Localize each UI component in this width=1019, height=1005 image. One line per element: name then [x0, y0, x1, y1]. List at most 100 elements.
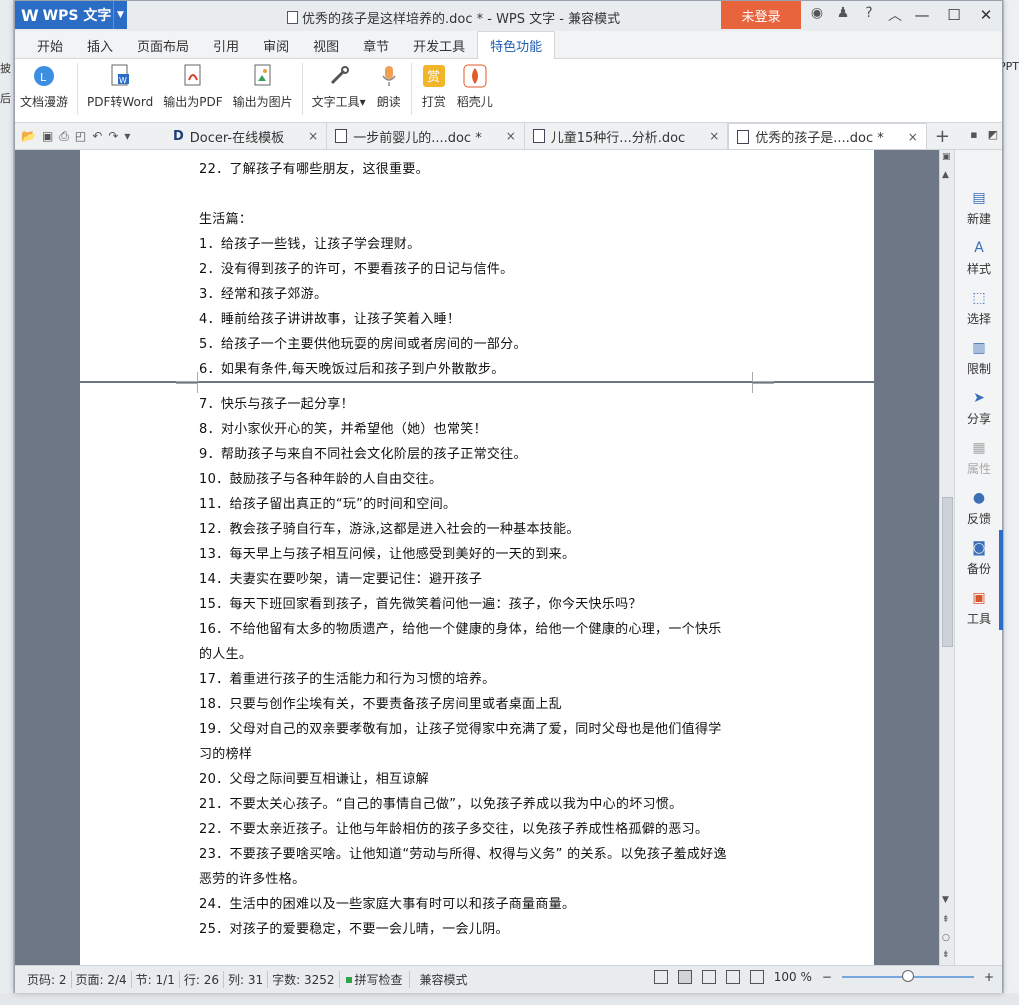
read-view-icon[interactable] [749, 970, 764, 984]
close-icon[interactable]: × [506, 129, 516, 143]
side-share-button[interactable]: ➤ 分享 [955, 390, 1003, 427]
tab-page-layout[interactable]: 页面布局 [125, 31, 201, 59]
status-word-count[interactable]: 字数: 3252 [268, 971, 340, 988]
zoom-slider-thumb[interactable] [901, 970, 914, 982]
wps-logo-icon: W [21, 5, 39, 25]
share-icon: ➤ [973, 390, 985, 406]
doc-roaming-button[interactable]: L 文档漫游 [15, 63, 73, 110]
scroll-up-icon[interactable]: ▲ [942, 170, 949, 180]
side-select-button[interactable]: ⬚ 选择 [955, 290, 1003, 327]
close-icon[interactable]: × [908, 130, 918, 144]
tab-references[interactable]: 引用 [201, 31, 251, 59]
vertical-scrollbar[interactable]: ▣ ▲ ▼ ⇞ ○ ⇟ [939, 150, 954, 965]
spell-check-toggle[interactable]: 拼写检查 [340, 971, 410, 988]
side-new-button[interactable]: ▤ 新建 [955, 190, 1003, 227]
login-button[interactable]: 未登录 [721, 1, 801, 29]
paragraph: 22．了解孩子有哪些朋友，这很重要。 [199, 162, 429, 177]
close-icon[interactable]: × [308, 129, 318, 143]
pdf-to-word-button[interactable]: W PDF转Word [82, 63, 158, 110]
side-backup-button[interactable]: ◙ 备份 [955, 540, 1003, 577]
task-pane-toggle-handle[interactable] [999, 530, 1003, 630]
maximize-icon[interactable]: ☐ [938, 1, 970, 29]
undo-icon[interactable]: ↶ [92, 129, 102, 144]
outline-view-icon[interactable] [701, 970, 716, 984]
svg-text:W: W [119, 76, 127, 85]
select-browse-object-icon[interactable]: ○ [942, 933, 950, 943]
doc-tab[interactable]: 一步前婴儿的....doc * × [327, 123, 525, 149]
doc-tab[interactable]: 儿童15种行...分析.doc × [525, 123, 729, 149]
side-label: 限制 [966, 362, 991, 376]
fullscreen-view-icon[interactable] [653, 970, 668, 984]
close-icon[interactable]: × [709, 129, 719, 143]
save-icon[interactable]: ▣ [42, 129, 53, 144]
reward-button[interactable]: 赏 打赏 [416, 63, 452, 110]
paragraph: 22．不要太亲近孩子。让他与年龄相仿的孩子多交往，以免孩子养成性格孤僻的恶习。 [199, 822, 709, 837]
docer-button[interactable]: 稻壳儿 [452, 63, 498, 110]
app-menu-button[interactable]: W WPS 文字 ▼ [15, 1, 127, 29]
minimize-icon[interactable]: — [906, 1, 938, 29]
side-style-button[interactable]: A 样式 [955, 240, 1003, 277]
app-name: WPS 文字 [42, 8, 112, 24]
tab-view[interactable]: 视图 [301, 31, 351, 59]
close-icon[interactable]: ✕ [970, 1, 1002, 29]
print-icon[interactable]: ⎙ [59, 129, 69, 144]
zoom-level[interactable]: 100 % [774, 970, 812, 984]
tab-menu-icon[interactable]: ◩ [988, 128, 998, 141]
background-text: 披 [0, 62, 11, 75]
help-icon[interactable]: ? [859, 5, 879, 25]
tab-review[interactable]: 审阅 [251, 31, 301, 59]
tab-special-features[interactable]: 特色功能 [477, 31, 556, 59]
spell-check-label: 拼写检查 [354, 973, 403, 987]
status-section[interactable]: 节: 1/1 [132, 971, 180, 988]
side-properties-button[interactable]: ▦ 属性 [955, 440, 1003, 477]
web-view-icon[interactable] [725, 970, 740, 984]
zoom-slider[interactable] [841, 970, 974, 982]
prev-page-icon[interactable]: ⇞ [942, 915, 950, 925]
paragraph: 9．帮助孩子与来自不同社会文化阶层的孩子正常交往。 [199, 447, 527, 462]
new-tab-button[interactable]: + [927, 126, 958, 147]
tab-developer[interactable]: 开发工具 [401, 31, 477, 59]
side-tools-button[interactable]: ▣ 工具 [955, 590, 1003, 627]
read-aloud-button[interactable]: 朗读 [371, 63, 407, 110]
zoom-out-icon[interactable]: − [822, 970, 832, 984]
doc-tab-docer[interactable]: D Docer-在线模板 × [165, 123, 328, 149]
tab-list-icon[interactable]: ▪ [970, 128, 977, 141]
text-tools-button[interactable]: 文字工具▾ [307, 63, 371, 110]
ribbon-label: 输出为图片 [232, 95, 293, 109]
page-view-icon[interactable] [677, 970, 692, 984]
tab-insert[interactable]: 插入 [75, 31, 125, 59]
side-restrict-button[interactable]: ▥ 限制 [955, 340, 1003, 377]
collapse-ribbon-icon[interactable]: ︿ [885, 5, 905, 25]
document-canvas[interactable]: 22．了解孩子有哪些朋友，这很重要。 生活篇： 1．给孩子一些钱，让孩子学会理财… [15, 150, 939, 965]
export-image-button[interactable]: 输出为图片 [228, 63, 298, 110]
chevron-down-icon[interactable]: ▼ [113, 1, 127, 29]
redo-icon[interactable]: ↷ [108, 129, 118, 144]
paragraph: 24．生活中的困难以及一些家庭大事有时可以和孩子商量商量。 [199, 897, 576, 912]
print-preview-icon[interactable]: ◰ [75, 129, 86, 144]
doc-tab-active[interactable]: 优秀的孩子是....doc * × [728, 123, 927, 149]
scrollbar-thumb[interactable] [942, 497, 953, 647]
fullscreen-icon[interactable]: ▣ [942, 152, 951, 162]
tab-home[interactable]: 开始 [25, 31, 75, 59]
open-folder-icon[interactable]: 📂 [21, 129, 36, 144]
chevron-down-icon[interactable]: ▾ [124, 129, 130, 144]
paragraph: 8．对小家伙开心的笑，并希望他（她）也常笑！ [199, 422, 487, 437]
ribbon-tabs: 开始 插入 页面布局 引用 审阅 视图 章节 开发工具 特色功能 [15, 31, 1002, 59]
side-feedback-button[interactable]: ● 反馈 [955, 490, 1003, 527]
tab-chapter[interactable]: 章节 [351, 31, 401, 59]
svg-text:赏: 赏 [427, 70, 440, 85]
zoom-in-icon[interactable]: + [984, 970, 994, 984]
status-column[interactable]: 列: 31 [224, 971, 269, 988]
document-page[interactable]: 22．了解孩子有哪些朋友，这很重要。 生活篇： 1．给孩子一些钱，让孩子学会理财… [80, 150, 874, 382]
shirt-icon[interactable]: ♟ [833, 5, 853, 25]
status-pages[interactable]: 页面: 2/4 [72, 971, 132, 988]
next-page-icon[interactable]: ⇟ [942, 950, 950, 960]
skin-icon[interactable]: ◉ [807, 5, 827, 25]
ribbon-label: 文字工具▾ [312, 93, 366, 110]
export-pdf-button[interactable]: 输出为PDF [158, 63, 227, 110]
scroll-down-icon[interactable]: ▼ [942, 895, 949, 905]
doc-tab-label: 儿童15种行...分析.doc [550, 130, 686, 146]
status-page-number[interactable]: 页码: 2 [23, 971, 72, 988]
document-page[interactable]: 7．快乐与孩子一起分享！ 8．对小家伙开心的笑，并希望他（她）也常笑！ 9．帮助… [80, 383, 874, 965]
status-row[interactable]: 行: 26 [180, 971, 224, 988]
